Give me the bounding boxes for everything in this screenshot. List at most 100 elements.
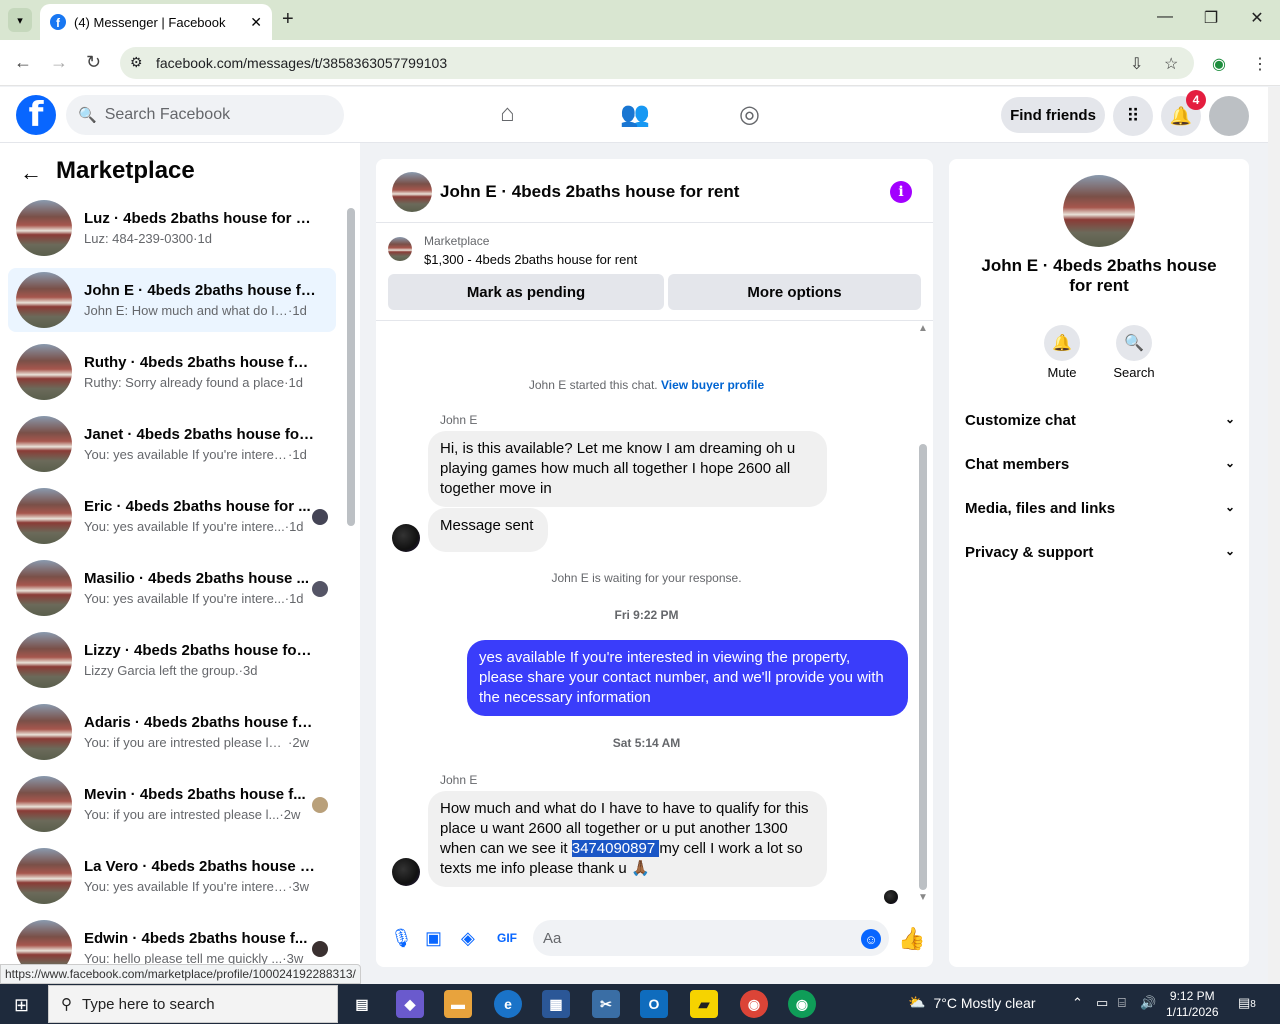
photo-icon[interactable]: ▣ <box>425 928 442 949</box>
address-bar[interactable]: ⚙ facebook.com/messages/t/38583630577991… <box>120 47 1194 79</box>
scroll-down-icon[interactable]: ▼ <box>918 892 928 903</box>
media-files-links-row[interactable]: Media, files and links ⌄ <box>965 500 1235 517</box>
back-arrow-icon[interactable]: ← <box>20 160 42 186</box>
conversation-time: 2w <box>283 807 301 822</box>
edge-icon[interactable]: e <box>494 990 522 1018</box>
emoji-icon[interactable]: ☺ <box>861 929 881 949</box>
new-tab-icon[interactable]: + <box>282 8 294 31</box>
chat-started-notice: John E started this chat. View buyer pro… <box>376 378 917 392</box>
search-icon[interactable]: 🔍 <box>1116 325 1152 361</box>
site-info-icon[interactable]: ⚙ <box>130 54 143 71</box>
close-window-icon[interactable]: ✕ <box>1242 8 1272 28</box>
home-icon[interactable]: ⌂ <box>500 100 515 128</box>
chat-title[interactable]: John E · 4beds 2baths house for rent <box>440 182 739 202</box>
conversation-item[interactable]: Ruthy · 4beds 2baths house for ... Ruthy:… <box>8 340 336 404</box>
file-explorer-icon[interactable]: ▬ <box>444 990 472 1018</box>
customize-chat-row[interactable]: Customize chat ⌄ <box>965 412 1235 429</box>
chrome-profile-icon[interactable]: ◉ <box>788 990 816 1018</box>
browser-tab[interactable]: f (4) Messenger | Facebook ✕ <box>40 4 272 40</box>
conversation-item[interactable]: Janet · 4beds 2baths house for r... You: … <box>8 412 336 476</box>
page-scrollbar[interactable] <box>1268 87 1280 984</box>
more-options-button[interactable]: More options <box>668 274 921 310</box>
sidebar-scrollbar[interactable] <box>347 208 355 526</box>
mute-label[interactable]: Mute <box>1032 365 1092 380</box>
weather-widget[interactable]: ⛅ 7°C Mostly clear <box>908 994 1036 1011</box>
conversation-preview: Luz: 484-239-0300 <box>84 231 194 246</box>
browser-menu-icon[interactable]: ⋮ <box>1252 54 1268 74</box>
conversation-item[interactable]: Adaris · 4beds 2baths house for ... You: … <box>8 700 336 764</box>
gif-icon[interactable]: GIF <box>497 931 517 945</box>
taskbar-search[interactable]: ⚲ Type here to search <box>48 985 338 1023</box>
close-tab-icon[interactable]: ✕ <box>250 14 262 31</box>
incoming-message-bubble[interactable]: How much and what do I have to have to q… <box>428 791 827 887</box>
tab-search-dropdown-icon[interactable]: ▾ <box>8 8 32 32</box>
marketplace-label: Marketplace <box>424 234 490 248</box>
chat-listing-thumbnail[interactable] <box>392 172 432 212</box>
sender-avatar[interactable] <box>392 858 420 886</box>
info-icon[interactable]: i <box>890 181 912 203</box>
reload-icon[interactable]: ↻ <box>86 52 101 73</box>
minimize-icon[interactable]: — <box>1150 8 1180 26</box>
friends-icon[interactable]: 👥 <box>620 100 650 129</box>
message-input[interactable]: Aa <box>533 920 889 956</box>
mark-as-pending-button[interactable]: Mark as pending <box>388 274 664 310</box>
thumbs-up-icon[interactable]: 👍 <box>898 926 925 952</box>
chrome-icon[interactable]: ◉ <box>740 990 768 1018</box>
profile-icon[interactable]: ◉ <box>1212 54 1226 74</box>
chat-started-text: John E started this chat. <box>528 378 658 392</box>
bookmark-star-icon[interactable]: ☆ <box>1164 54 1178 74</box>
forward-icon[interactable]: → <box>50 52 68 73</box>
conversation-item[interactable]: La Vero · 4beds 2baths house fo... You: y… <box>8 844 336 908</box>
microphone-icon[interactable]: 🎙 <box>390 928 413 949</box>
windows-start-icon[interactable]: ⊞ <box>14 995 29 1016</box>
outgoing-message-bubble[interactable]: yes available If you're interested in vi… <box>467 640 908 716</box>
conversation-preview-line: You: yes available If you're intereste..… <box>84 447 316 462</box>
conversation-item[interactable]: Luz · 4beds 2baths house for rent Luz: 48… <box>8 196 336 260</box>
install-app-icon[interactable]: ⇩ <box>1130 54 1143 74</box>
chat-members-row[interactable]: Chat members ⌄ <box>965 456 1235 473</box>
show-hidden-icons-icon[interactable]: ⌃ <box>1072 995 1083 1011</box>
mute-bell-icon[interactable]: 🔔 <box>1044 325 1080 361</box>
sticker-icon[interactable]: ◈ <box>461 928 475 949</box>
conversation-item[interactable]: Masilio · 4beds 2baths house ... You: yes… <box>8 556 336 620</box>
outlook-icon[interactable]: O <box>640 990 668 1018</box>
scroll-up-icon[interactable]: ▲ <box>918 323 928 334</box>
listing-price[interactable]: $1,300 - 4beds 2baths house for rent <box>424 252 637 267</box>
account-avatar[interactable] <box>1209 96 1249 136</box>
copilot-icon[interactable]: ◆ <box>396 990 424 1018</box>
network-icon[interactable]: ⌸ <box>1118 995 1126 1011</box>
timestamp: Sat 5:14 AM <box>612 736 681 750</box>
conversation-item[interactable]: John E · 4beds 2baths house for ... John … <box>8 268 336 332</box>
url-text: facebook.com/messages/t/3858363057799103 <box>156 55 448 71</box>
selected-phone-number[interactable]: 3474090897 <box>571 840 660 857</box>
sender-avatar[interactable] <box>392 524 420 552</box>
store-icon[interactable]: ▦ <box>542 990 570 1018</box>
chat-scrollbar[interactable] <box>919 444 927 890</box>
view-buyer-profile-link[interactable]: View buyer profile <box>661 378 764 392</box>
facebook-search-input[interactable]: 🔍 Search Facebook <box>66 95 344 135</box>
menu-grid-icon[interactable]: ⠿ <box>1113 96 1153 136</box>
incoming-message-bubble[interactable]: Hi, is this available? Let me know I am … <box>428 431 827 507</box>
conversation-item[interactable]: Lizzy · 4beds 2baths house for r... Lizzy… <box>8 628 336 692</box>
message-sent-bubble[interactable]: Message sent <box>428 508 548 552</box>
task-view-icon[interactable]: ▤ <box>348 990 376 1018</box>
groups-icon[interactable]: ◎ <box>739 100 760 129</box>
notification-center-icon[interactable]: ▤8 <box>1238 995 1256 1011</box>
conversation-info: La Vero · 4beds 2baths house fo... You: y… <box>84 858 316 894</box>
back-icon[interactable]: ← <box>14 52 32 73</box>
search-label[interactable]: Search <box>1104 365 1164 380</box>
battery-icon[interactable]: ▭ <box>1096 995 1108 1011</box>
facebook-logo-icon[interactable]: f <box>16 95 56 135</box>
restore-icon[interactable]: ❐ <box>1196 8 1226 28</box>
snipping-icon[interactable]: ✂ <box>592 990 620 1018</box>
listing-photo[interactable] <box>1063 175 1135 247</box>
marketplace-listing-thumbnail[interactable] <box>388 237 412 261</box>
conversation-item[interactable]: Eric · 4beds 2baths house for ... You: ye… <box>8 484 336 548</box>
privacy-support-row[interactable]: Privacy & support ⌄ <box>965 544 1235 561</box>
find-friends-button[interactable]: Find friends <box>1001 97 1105 133</box>
sticky-notes-icon[interactable]: ▰ <box>690 990 718 1018</box>
volume-icon[interactable]: 🔊 <box>1140 995 1156 1011</box>
listing-thumbnail <box>16 272 72 328</box>
system-clock[interactable]: 9:12 PM 1/11/2026 <box>1166 988 1219 1020</box>
conversation-item[interactable]: Mevin · 4beds 2baths house f... You: if y… <box>8 772 336 836</box>
